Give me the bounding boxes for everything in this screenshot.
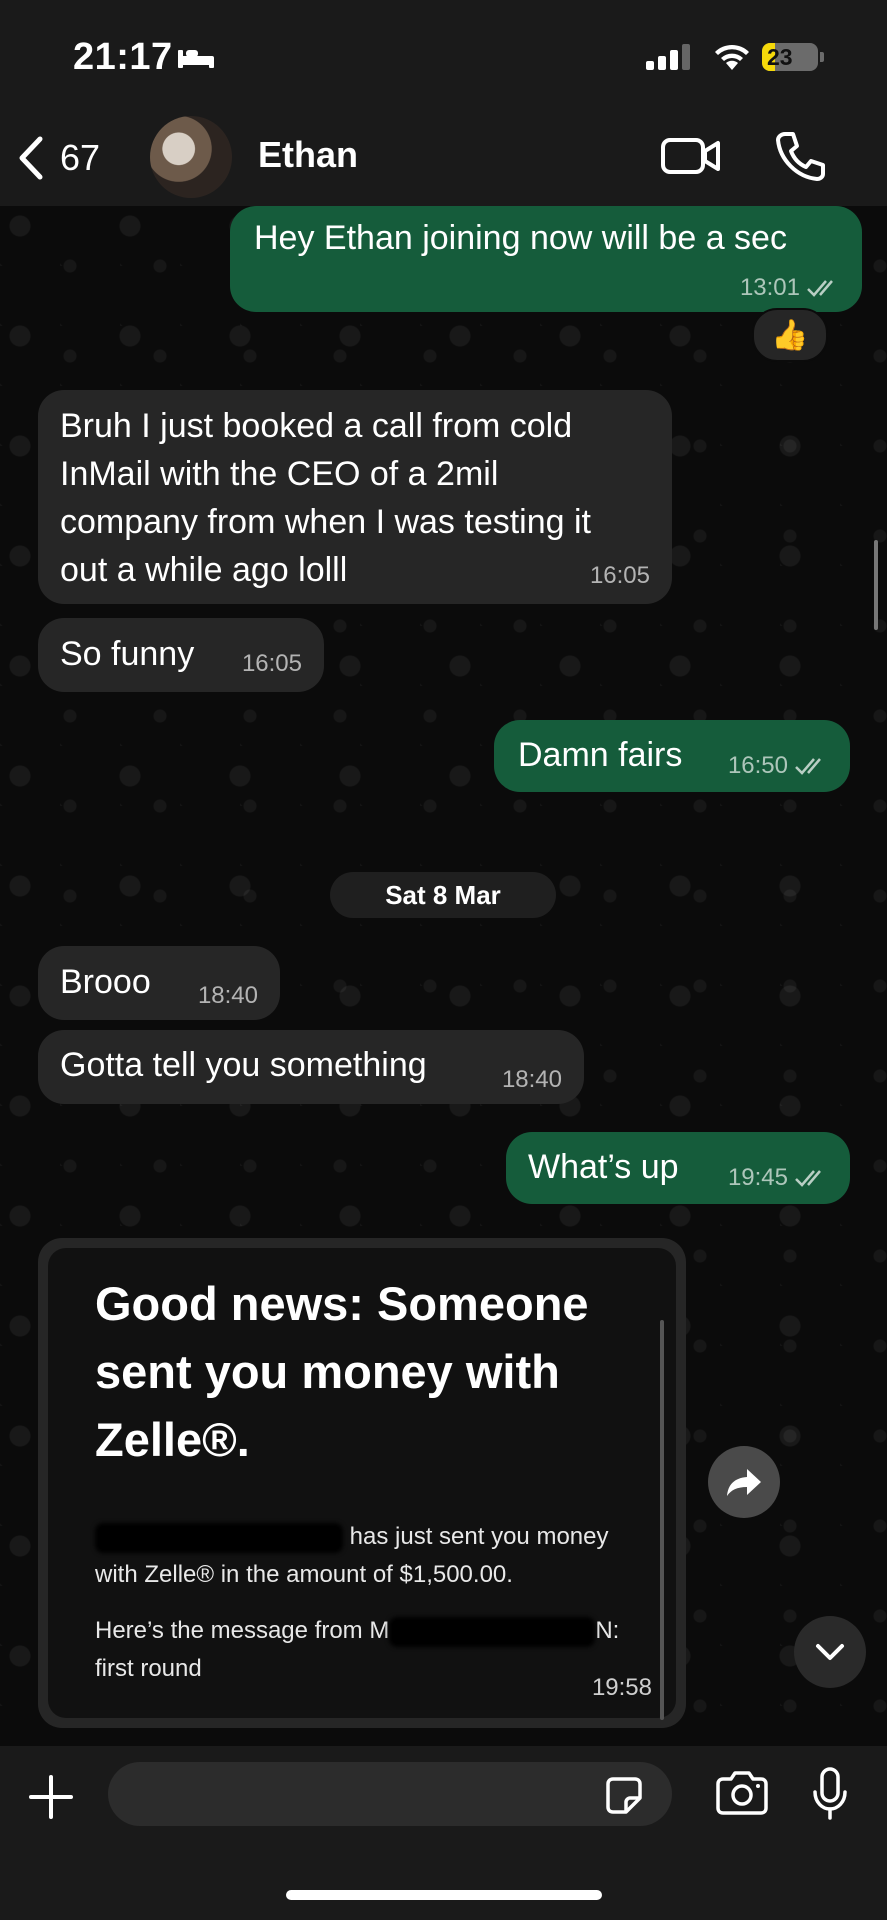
home-indicator[interactable] — [286, 1890, 602, 1900]
battery-cap — [820, 52, 824, 62]
plus-icon[interactable] — [28, 1774, 74, 1820]
message-incoming[interactable]: So funny 16:05 — [38, 618, 324, 692]
message-time: 19:58 — [591, 1674, 652, 1701]
zelle-line-3: Here’s the message from M N: — [95, 1612, 635, 1650]
wifi-icon — [715, 44, 749, 70]
message-incoming[interactable]: Brooo 18:40 — [38, 946, 280, 1020]
message-time: 18:40 — [501, 1066, 562, 1093]
chat-scrollbar[interactable] — [874, 540, 878, 630]
message-outgoing[interactable]: Damn fairs 16:50 — [494, 720, 850, 792]
message-meta: 18:40 — [502, 1066, 562, 1094]
zelle-message-from-suffix: N: — [595, 1617, 620, 1644]
message-outgoing[interactable]: Hey Ethan joining now will be a sec 13:0… — [230, 206, 862, 312]
date-separator: Sat 8 Mar — [330, 872, 556, 918]
sleep-focus-icon — [178, 50, 214, 68]
message-time: 16:05 — [589, 562, 650, 589]
image-scrollbar — [660, 1320, 664, 1720]
message-time: 13:01 — [739, 274, 800, 301]
zelle-title: Good news: Someone sent you money with Z… — [95, 1277, 589, 1466]
zelle-sent-text: has just sent you money — [349, 1523, 609, 1550]
redacted-name — [95, 1522, 343, 1553]
scroll-to-bottom-button[interactable] — [794, 1616, 866, 1688]
sticker-icon[interactable] — [602, 1774, 646, 1818]
composer-bar — [0, 1746, 887, 1920]
status-time: 21:17 — [73, 36, 173, 78]
message-meta: 19:45 — [728, 1164, 828, 1192]
chevron-down-icon — [816, 1644, 844, 1660]
contact-name[interactable]: Ethan — [258, 134, 358, 176]
redacted-sender — [389, 1616, 596, 1647]
message-meta: 18:40 — [198, 982, 258, 1010]
camera-icon[interactable] — [714, 1770, 770, 1816]
forward-arrow-icon — [727, 1469, 761, 1496]
read-ticks-icon — [795, 1170, 821, 1187]
message-text: So funny — [60, 635, 195, 673]
message-outgoing[interactable]: What’s up 19:45 — [506, 1132, 850, 1204]
message-text: What’s up — [528, 1148, 679, 1186]
microphone-icon[interactable] — [812, 1766, 848, 1822]
message-meta: 16:05 — [590, 562, 650, 590]
message-meta: 13:01 — [740, 274, 840, 302]
zelle-memo: first round — [95, 1655, 202, 1682]
message-time: 16:50 — [727, 752, 788, 779]
forward-button[interactable] — [708, 1446, 780, 1518]
avatar[interactable] — [150, 116, 232, 198]
message-time: 18:40 — [197, 982, 258, 1009]
message-meta: 16:05 — [242, 650, 302, 678]
phone-call-icon[interactable] — [775, 130, 825, 182]
thumbs-up-icon: 👍 — [771, 318, 809, 352]
zelle-screenshot: Good news: Someone sent you money with Z… — [48, 1248, 676, 1718]
image-message-zelle[interactable]: Good news: Someone sent you money with Z… — [38, 1238, 686, 1728]
battery-indicator: 23 — [762, 43, 818, 71]
chat-header: 67 Ethan — [0, 110, 887, 206]
reaction-badge[interactable]: 👍 — [752, 308, 828, 362]
message-meta: 16:50 — [728, 752, 828, 780]
read-ticks-icon — [807, 280, 833, 297]
read-ticks-icon — [795, 758, 821, 775]
zelle-line-1: has just sent you money — [95, 1518, 635, 1556]
chevron-left-icon — [19, 136, 43, 180]
message-time: 16:05 — [241, 650, 302, 677]
message-time: 19:45 — [727, 1164, 788, 1191]
battery-percentage: 23 — [767, 44, 793, 70]
message-text: Gotta tell you something — [60, 1046, 427, 1084]
zelle-amount-line: with Zelle® in the amount of $1,500.00. — [95, 1561, 513, 1588]
back-button[interactable]: 67 — [16, 132, 100, 184]
status-bar: 21:17 23 — [0, 0, 887, 110]
unread-count: 67 — [60, 137, 101, 178]
zelle-body: has just sent you money with Zelle® in t… — [95, 1518, 635, 1688]
message-incoming[interactable]: Gotta tell you something 18:40 — [38, 1030, 584, 1104]
message-text: Brooo — [60, 963, 151, 1001]
message-text: Bruh I just booked a call from cold InMa… — [60, 407, 592, 589]
video-call-icon[interactable] — [660, 134, 722, 178]
message-input[interactable] — [108, 1762, 672, 1826]
message-incoming[interactable]: Bruh I just booked a call from cold InMa… — [38, 390, 672, 604]
message-text: Damn fairs — [518, 736, 683, 774]
message-text: Hey Ethan joining now will be a sec — [254, 219, 787, 257]
cellular-signal-icon — [646, 44, 690, 70]
zelle-message-from: Here’s the message from M — [95, 1617, 390, 1644]
